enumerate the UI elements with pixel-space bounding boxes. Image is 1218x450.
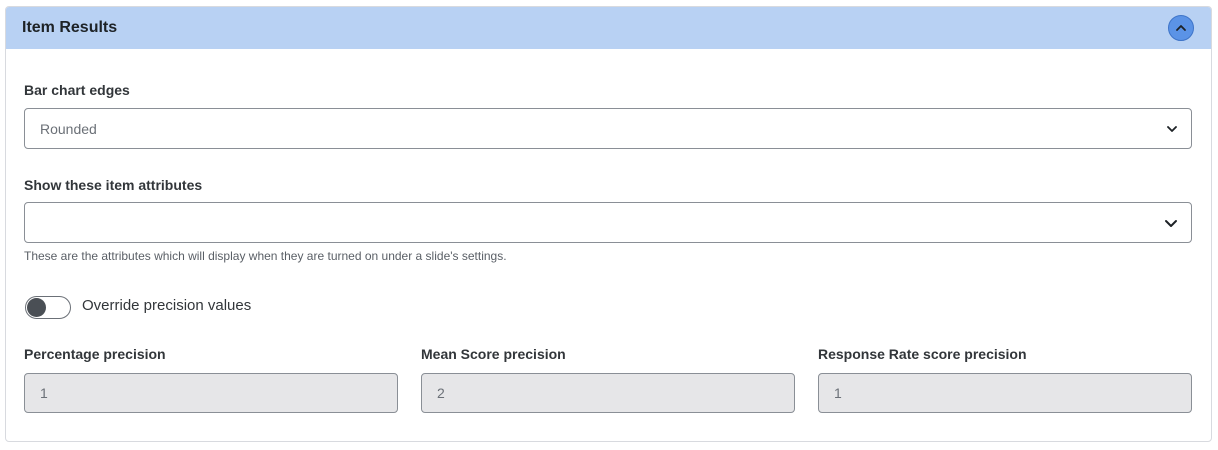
- percentage-precision-input[interactable]: [24, 373, 398, 413]
- override-precision-label: Override precision values: [82, 297, 252, 314]
- item-results-panel: Item Results Bar chart edges Rounded Sho…: [5, 6, 1212, 442]
- response-rate-precision-input[interactable]: [818, 373, 1192, 413]
- panel-header[interactable]: Item Results: [6, 7, 1211, 49]
- mean-score-precision-label: Mean Score precision: [421, 346, 566, 362]
- chevron-up-icon: [1176, 25, 1186, 31]
- override-precision-toggle[interactable]: [25, 296, 71, 319]
- response-rate-precision-label: Response Rate score precision: [818, 346, 1027, 362]
- percentage-precision-label: Percentage precision: [24, 346, 166, 362]
- mean-score-precision-input[interactable]: [421, 373, 795, 413]
- chevron-down-icon: [1167, 126, 1177, 132]
- chevron-down-icon: [1165, 220, 1177, 227]
- panel-title: Item Results: [22, 19, 118, 36]
- item-attributes-help-text: These are the attributes which will disp…: [24, 249, 507, 263]
- item-attributes-label: Show these item attributes: [24, 177, 203, 193]
- bar-chart-edges-select[interactable]: Rounded: [24, 108, 1192, 149]
- bar-chart-edges-value: Rounded: [40, 120, 97, 137]
- bar-chart-edges-label: Bar chart edges: [24, 82, 130, 98]
- item-attributes-select[interactable]: [24, 202, 1192, 243]
- collapse-button[interactable]: [1168, 15, 1194, 41]
- toggle-knob: [27, 298, 46, 317]
